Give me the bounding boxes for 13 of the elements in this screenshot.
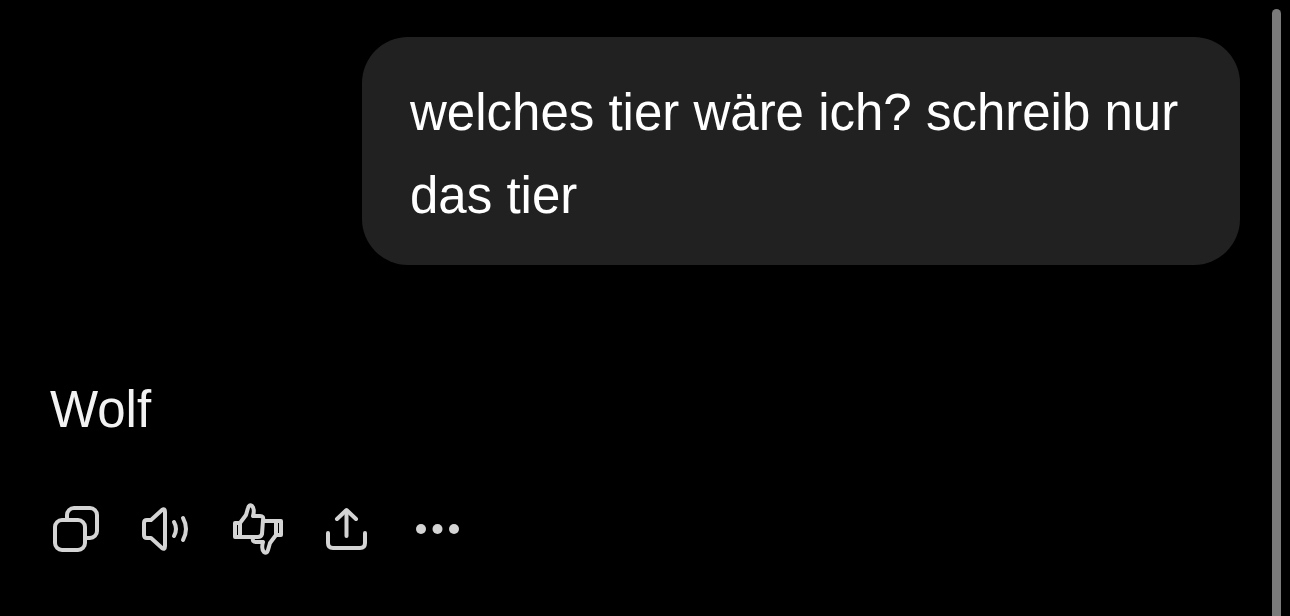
share-button[interactable] (325, 507, 368, 551)
thumbs-up-down-icon (233, 503, 283, 555)
read-aloud-button[interactable] (141, 506, 191, 552)
assistant-message-text: Wolf (50, 380, 152, 440)
more-icon (416, 524, 459, 534)
copy-button[interactable] (53, 506, 99, 552)
share-icon (325, 507, 368, 551)
speaker-icon (141, 506, 191, 552)
feedback-button[interactable] (233, 503, 283, 555)
scrollbar[interactable] (1272, 9, 1281, 616)
more-button[interactable] (416, 524, 459, 534)
copy-icon (53, 506, 99, 552)
user-message-text: welches tier wäre ich? schreib nur das tier (410, 83, 1180, 226)
